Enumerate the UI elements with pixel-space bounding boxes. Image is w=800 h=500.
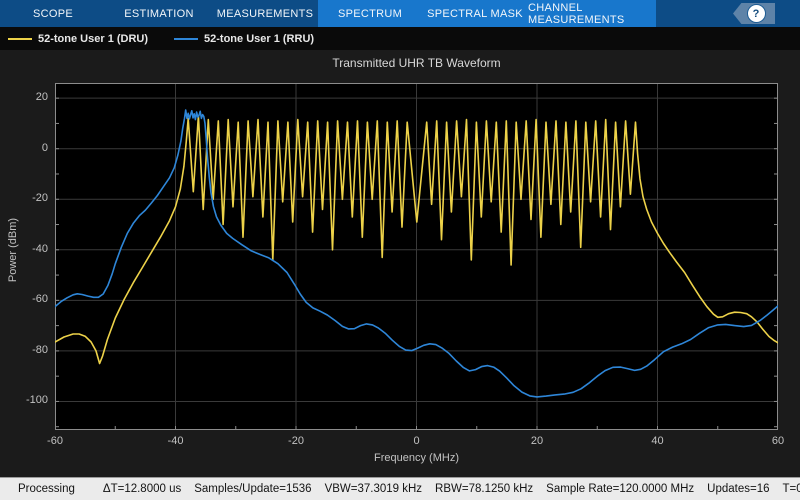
y-tick-labels: 20 0 -20 -40 -60 -80 -100 — [2, 50, 48, 477]
toolstrip: SCOPEESTIMATIONMEASUREMENTSSPECTRUMSPECT… — [0, 0, 800, 27]
status-mode: Processing — [18, 483, 75, 495]
status-item: Sample Rate=120.0000 MHz — [546, 483, 694, 495]
spectrum-plot[interactable] — [55, 83, 778, 430]
legend-label: 52-tone User 1 (RRU) — [204, 33, 314, 45]
legend-swatch — [174, 38, 198, 40]
y-tick-label: -20 — [2, 192, 48, 204]
status-bar: Processing ΔT=12.8000 us Samples/Update=1… — [0, 477, 800, 500]
y-tick-label: -60 — [2, 293, 48, 305]
y-tick-label: -100 — [2, 394, 48, 406]
status-item: Updates=16 — [707, 483, 769, 495]
status-items: ΔT=12.8000 us Samples/Update=1536 VBW=37.3… — [103, 483, 800, 495]
chart-title: Transmitted UHR TB Waveform — [55, 56, 778, 70]
tab-estimation[interactable]: ESTIMATION — [106, 0, 212, 27]
legend-label: 52-tone User 1 (DRU) — [38, 33, 148, 45]
x-tick-label: -60 — [38, 435, 72, 447]
status-item: Samples/Update=1536 — [194, 483, 311, 495]
x-tick-label: -20 — [279, 435, 313, 447]
tab-channel-measurements[interactable]: CHANNEL MEASUREMENTS — [528, 0, 656, 27]
help-icon: ? — [747, 4, 766, 23]
x-tick-label: 0 — [400, 435, 434, 447]
y-tick-label: -80 — [2, 344, 48, 356]
x-tick-label: 20 — [520, 435, 554, 447]
legend-entry-1[interactable]: 52-tone User 1 (RRU) — [174, 33, 314, 45]
status-item: RBW=78.1250 kHz — [435, 483, 533, 495]
figure-area: Transmitted UHR TB Waveform Power (dBm) … — [0, 50, 800, 477]
status-item: VBW=37.3019 kHz — [325, 483, 422, 495]
legend-swatch — [8, 38, 32, 40]
y-tick-label: -40 — [2, 243, 48, 255]
x-tick-label: 60 — [761, 435, 795, 447]
legend-entry-0[interactable]: 52-tone User 1 (DRU) — [8, 33, 148, 45]
spectrum-analyzer-window: SCOPEESTIMATIONMEASUREMENTSSPECTRUMSPECT… — [0, 0, 800, 500]
x-axis-label: Frequency (MHz) — [55, 452, 778, 464]
x-tick-labels: -60-40-200204060 — [55, 435, 778, 449]
x-tick-label: -40 — [159, 435, 193, 447]
y-tick-label: 20 — [2, 91, 48, 103]
status-item: T=0.00 — [783, 483, 800, 495]
tab-scope[interactable]: SCOPE — [0, 0, 106, 27]
tab-spectrum[interactable]: SPECTRUM — [318, 0, 422, 27]
tab-spectral-mask[interactable]: SPECTRAL MASK — [422, 0, 528, 27]
x-tick-label: 40 — [641, 435, 675, 447]
y-tick-label: 0 — [2, 142, 48, 154]
help-button[interactable]: ? — [733, 3, 775, 24]
legend: 52-tone User 1 (DRU) 52-tone User 1 (RRU) — [0, 27, 800, 50]
status-item: ΔT=12.8000 us — [103, 483, 181, 495]
tab-measurements[interactable]: MEASUREMENTS — [212, 0, 318, 27]
